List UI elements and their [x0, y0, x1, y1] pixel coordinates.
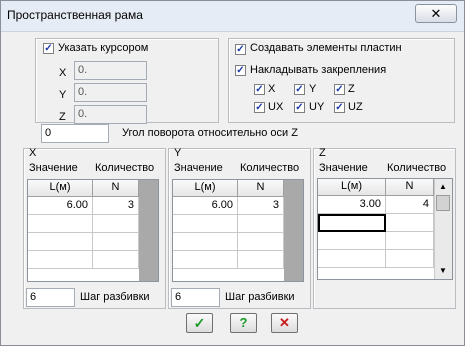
scroll-up-icon[interactable]: ▲	[437, 181, 449, 192]
support-y-checkbox[interactable]: ✓	[294, 84, 305, 95]
table-cell[interactable]	[28, 233, 93, 251]
close-button[interactable]: ✕	[415, 4, 457, 23]
support-x-label: X	[268, 83, 276, 95]
x-coord-field[interactable]: 0.	[74, 61, 147, 80]
axis-y-step-label: Шаг разбивки	[225, 291, 295, 303]
axis-x-value-caption: Значение	[29, 162, 78, 174]
rotation-angle-input[interactable]: 0	[41, 124, 109, 143]
support-ux-checkbox[interactable]: ✓	[254, 102, 265, 113]
table-cell[interactable]	[238, 251, 284, 269]
apply-supports-label: Накладывать закрепления	[250, 64, 387, 76]
z-coord-field[interactable]: 0.	[74, 105, 147, 124]
axis-y-table-empty-area	[284, 180, 303, 281]
y-coord-label: Y	[59, 89, 67, 101]
table-cell[interactable]	[238, 233, 284, 251]
support-y-label: Y	[309, 83, 317, 95]
axis-x-header-l: L(м)	[28, 180, 93, 197]
axis-x-count-caption: Количество	[95, 162, 155, 174]
support-z-label: Z	[348, 83, 355, 95]
support-uy-checkbox[interactable]: ✓	[294, 102, 305, 113]
support-x-checkbox[interactable]: ✓	[254, 84, 265, 95]
axis-z-table[interactable]: L(м) N 3.00 4 ▲ ▼	[317, 178, 453, 280]
axis-y-table[interactable]: L(м) N 6.00 3	[172, 179, 304, 282]
axis-y-step-input[interactable]: 6	[171, 288, 220, 307]
table-cell[interactable]	[93, 233, 139, 251]
table-cell[interactable]	[93, 251, 139, 269]
help-button[interactable]: ?	[230, 313, 257, 333]
table-cell[interactable]	[28, 251, 93, 269]
ok-button[interactable]: ✓	[186, 313, 213, 333]
table-cell[interactable]	[173, 233, 238, 251]
scrollbar-thumb[interactable]	[436, 195, 450, 211]
axis-z-cell-l[interactable]: 3.00	[318, 196, 386, 214]
axis-x-cell-l[interactable]: 6.00	[28, 197, 93, 215]
create-plates-checkbox[interactable]: ✓	[235, 44, 246, 55]
axis-z-selected-cell[interactable]	[318, 214, 386, 232]
axis-x-cell-n[interactable]: 3	[93, 197, 139, 215]
support-ux-label: UX	[268, 101, 284, 113]
window-title: Пространственная рама	[7, 8, 143, 22]
support-uz-checkbox[interactable]: ✓	[334, 102, 345, 113]
axis-y-header-l: L(м)	[173, 180, 238, 197]
axis-x-table-empty-area	[139, 180, 158, 281]
table-cell[interactable]	[386, 250, 434, 268]
dialog-window: Пространственная рама ✕ ✓ Указать курсор…	[0, 0, 465, 346]
table-cell[interactable]	[173, 251, 238, 269]
table-cell[interactable]	[318, 250, 386, 268]
y-coord-field[interactable]: 0.	[74, 83, 147, 102]
cancel-button[interactable]: ✕	[271, 313, 298, 333]
pick-by-cursor-label: Указать курсором	[58, 42, 149, 54]
axis-y-cell-l[interactable]: 6.00	[173, 197, 238, 215]
table-cell[interactable]	[386, 214, 434, 232]
table-cell[interactable]	[238, 215, 284, 233]
ok-icon: ✓	[193, 315, 206, 331]
axis-x-step-input[interactable]: 6	[26, 288, 75, 307]
axis-z-value-caption: Значение	[319, 162, 368, 174]
support-z-checkbox[interactable]: ✓	[334, 84, 345, 95]
z-coord-label: Z	[59, 111, 66, 123]
help-icon: ?	[239, 315, 248, 330]
x-coord-label: X	[59, 67, 67, 79]
axis-z-header-l: L(м)	[318, 179, 386, 196]
table-cell[interactable]	[28, 215, 93, 233]
pick-by-cursor-checkbox[interactable]: ✓	[43, 43, 54, 54]
axis-y-title: Y	[174, 147, 182, 159]
axis-y-value-caption: Значение	[174, 162, 223, 174]
axis-y-count-caption: Количество	[240, 162, 300, 174]
axis-y-cell-n[interactable]: 3	[238, 197, 284, 215]
support-uy-label: UY	[309, 101, 325, 113]
table-cell[interactable]	[318, 232, 386, 250]
axis-z-title: Z	[319, 147, 326, 159]
cancel-icon: ✕	[279, 315, 290, 330]
axis-z-scrollbar[interactable]: ▲ ▼	[434, 179, 452, 279]
axis-y-header-n: N	[238, 180, 284, 197]
axis-x-title: X	[29, 147, 37, 159]
table-cell[interactable]	[173, 215, 238, 233]
axis-z-header-n: N	[386, 179, 434, 196]
axis-z-count-caption: Количество	[387, 162, 447, 174]
create-plates-label: Создавать элементы пластин	[250, 42, 402, 54]
axis-z-cell-n[interactable]: 4	[386, 196, 434, 214]
support-uz-label: UZ	[348, 101, 363, 113]
table-cell[interactable]	[93, 215, 139, 233]
axis-x-step-label: Шаг разбивки	[80, 291, 150, 303]
axis-x-header-n: N	[93, 180, 139, 197]
axis-x-table[interactable]: L(м) N 6.00 3	[27, 179, 159, 282]
rotation-angle-label: Угол поворота относительно оси Z	[122, 127, 298, 139]
apply-supports-checkbox[interactable]: ✓	[235, 65, 246, 76]
scroll-down-icon[interactable]: ▼	[437, 265, 449, 276]
close-icon: ✕	[430, 6, 442, 21]
title-bar: Пространственная рама ✕	[1, 1, 464, 32]
table-cell[interactable]	[386, 232, 434, 250]
